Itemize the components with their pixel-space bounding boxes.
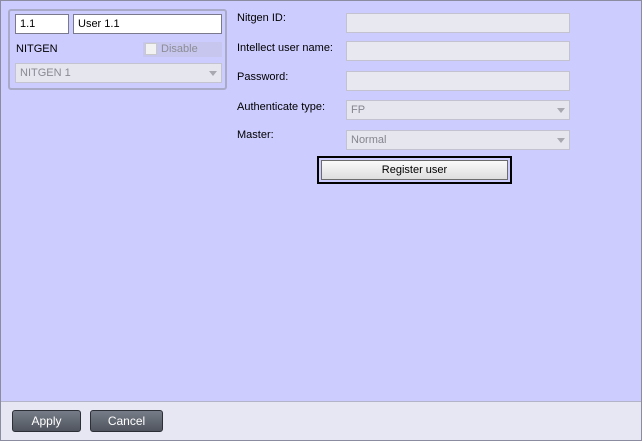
register-user-button[interactable]: Register user (321, 160, 508, 180)
device-select[interactable]: NITGEN 1 (15, 63, 222, 83)
chevron-down-icon (557, 138, 565, 143)
register-button-focus: Register user (317, 156, 512, 184)
device-select-value: NITGEN 1 (20, 67, 71, 79)
master-select[interactable]: Normal (346, 130, 570, 150)
auth-type-label: Authenticate type: (237, 101, 326, 113)
disable-label: Disable (161, 43, 198, 55)
chevron-down-icon (557, 108, 565, 113)
settings-window: 1.1 User 1.1 NITGEN Disable NITGEN 1 Nit… (0, 0, 642, 441)
master-label: Master: (237, 129, 274, 141)
user-identity-panel: 1.1 User 1.1 NITGEN Disable NITGEN 1 (8, 9, 227, 90)
disable-checkbox[interactable] (145, 43, 157, 55)
password-field[interactable] (346, 71, 570, 91)
auth-type-value: FP (351, 104, 366, 116)
apply-button[interactable]: Apply (12, 410, 81, 432)
chevron-down-icon (209, 71, 217, 76)
user-number-field[interactable]: 1.1 (15, 14, 69, 34)
intellect-user-field[interactable] (346, 41, 570, 61)
nitgen-id-field[interactable] (346, 13, 570, 33)
disable-checkbox-group[interactable]: Disable (143, 42, 222, 57)
footer-bar: Apply Cancel (1, 401, 641, 440)
intellect-user-label: Intellect user name: (237, 42, 333, 54)
module-label: NITGEN (16, 43, 58, 55)
user-name-field[interactable]: User 1.1 (73, 14, 222, 34)
master-value: Normal (351, 134, 387, 146)
nitgen-id-label: Nitgen ID: (237, 12, 286, 24)
password-label: Password: (237, 71, 289, 83)
auth-type-select[interactable]: FP (346, 100, 570, 120)
cancel-button[interactable]: Cancel (90, 410, 163, 432)
